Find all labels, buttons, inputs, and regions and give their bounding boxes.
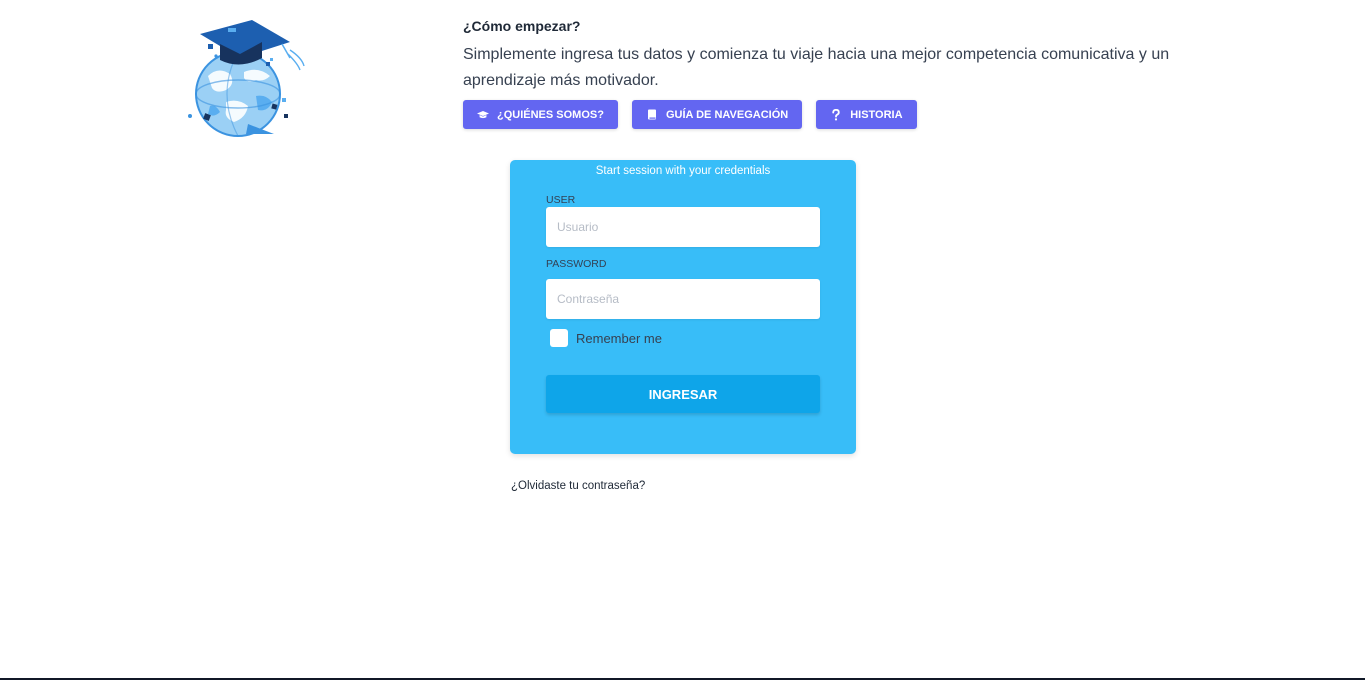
book-icon: [646, 109, 658, 121]
nav-button-row: ¿QUIÉNES SOMOS? GUÍA DE NAVEGACIÓN HISTO…: [463, 100, 1223, 129]
history-button[interactable]: HISTORIA: [816, 100, 917, 129]
navigation-guide-label: GUÍA DE NAVEGACIÓN: [665, 108, 789, 121]
intro-heading: ¿Cómo empezar?: [463, 18, 581, 34]
remember-me-row: Remember me: [550, 329, 662, 347]
graduation-cap-icon: [477, 110, 489, 120]
intro-text: Simplemente ingresa tus datos y comienza…: [463, 46, 1170, 89]
password-input[interactable]: [546, 279, 820, 319]
who-we-are-label: ¿QUIÉNES SOMOS?: [497, 108, 604, 121]
question-icon: [830, 108, 842, 121]
login-page: ¿Cómo empezar? Simplemente ingresa tus d…: [0, 0, 1365, 680]
navigation-guide-button[interactable]: GUÍA DE NAVEGACIÓN: [631, 100, 803, 129]
forgot-password-link[interactable]: ¿Olvidaste tu contraseña?: [511, 480, 645, 492]
graduation-cap-globe-icon: [186, 14, 310, 138]
password-label: PASSWORD: [546, 258, 607, 270]
login-card: Start session with your credentials USER…: [510, 160, 856, 454]
user-label: USER: [546, 194, 576, 206]
user-input[interactable]: [546, 207, 820, 247]
remember-me-checkbox[interactable]: [550, 329, 568, 347]
remember-me-label: Remember me: [576, 330, 662, 346]
who-we-are-button[interactable]: ¿QUIÉNES SOMOS?: [463, 100, 618, 129]
history-label: HISTORIA: [850, 108, 903, 121]
login-submit-button[interactable]: INGRESAR: [546, 375, 820, 413]
login-title: Start session with your credentials: [595, 165, 771, 177]
intro-section: ¿Cómo empezar? Simplemente ingresa tus d…: [463, 16, 1223, 129]
